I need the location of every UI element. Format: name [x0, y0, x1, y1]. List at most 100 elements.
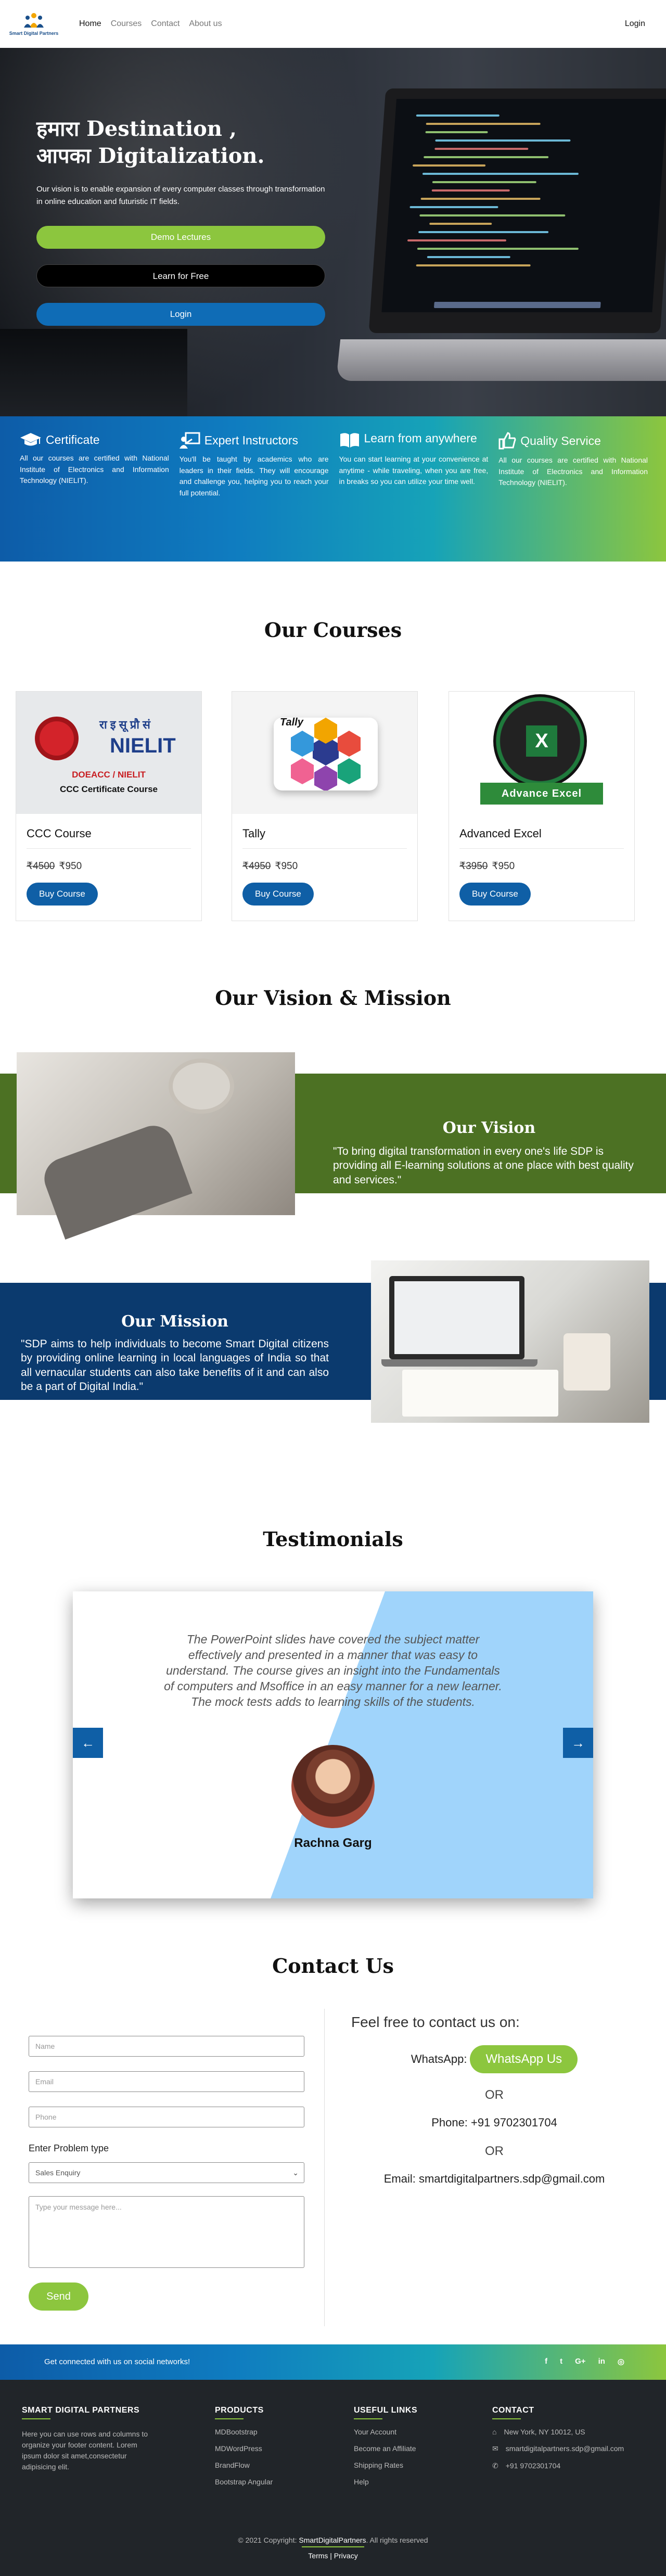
course-name[interactable]: CCC Course — [27, 827, 191, 849]
name-input[interactable]: Name — [29, 2036, 304, 2057]
footer-col-title: PRODUCTS — [215, 2406, 273, 2419]
contact-phone[interactable]: Phone: +91 9702301704 — [323, 2116, 666, 2129]
email-text: smartdigitalpartners.sdp@gmail.com — [505, 2444, 624, 2453]
nav-login-link[interactable]: Login — [625, 19, 645, 29]
instagram-icon[interactable]: ◎ — [618, 2357, 624, 2366]
vision-title: Our Vision — [442, 1119, 536, 1137]
buy-course-button[interactable]: Buy Course — [242, 883, 314, 906]
new-price: ₹950 — [275, 861, 298, 872]
nav-link-courses[interactable]: Courses — [111, 19, 142, 29]
feature-text: All our courses are certified with Natio… — [20, 454, 169, 485]
mission-text-block: Our Mission "SDP aims to help individual… — [21, 1312, 329, 1394]
copyright-prefix: © 2021 Copyright: — [238, 2536, 299, 2544]
features-strip: Certificate All our courses are certifie… — [0, 416, 666, 562]
thumbs-up-icon — [498, 432, 516, 450]
address-text: New York, NY 10012, US — [504, 2428, 585, 2436]
vision-text: "To bring digital transformation in ever… — [333, 1145, 634, 1186]
desk-foreground — [0, 329, 187, 416]
nav-link-contact[interactable]: Contact — [151, 19, 180, 29]
course-card-excel: X Advance Excel Advanced Excel ₹3950 ₹950… — [449, 691, 635, 921]
learn-free-button[interactable]: Learn for Free — [36, 264, 325, 287]
vision-mission-title: Our Vision & Mission — [215, 986, 451, 1010]
laptop-screen — [381, 99, 666, 312]
navbar: Smart Digital Partners Home Courses Cont… — [0, 0, 666, 48]
feature-title: Expert Instructors — [204, 433, 298, 447]
ccc-course-image: रा इ सू प्रौ सं NIELIT DOEACC / NIELIT C… — [16, 692, 201, 814]
google-plus-icon[interactable]: G+ — [575, 2357, 585, 2366]
laptop-keyboard — [336, 339, 666, 381]
footer-col-title: CONTACT — [492, 2406, 624, 2419]
testimonial-name: Rachna Garg — [294, 1836, 372, 1850]
footer-link[interactable]: MDBootstrap — [215, 2428, 273, 2436]
phone-input[interactable]: Phone — [29, 2107, 304, 2127]
nielit-logo-text: NIELIT — [110, 734, 176, 757]
doeacc-seal-icon — [35, 717, 79, 760]
footer-about-text: Here you can use rows and columns to org… — [22, 2430, 148, 2471]
course-price: ₹4950 ₹950 — [242, 860, 407, 872]
ccc-image-caption1: DOEACC / NIELIT — [72, 770, 146, 780]
testimonial-quote: The PowerPoint slides have covered the s… — [164, 1633, 502, 1708]
feature-text: All our courses are certified with Natio… — [498, 456, 648, 487]
whatsapp-button[interactable]: WhatsApp Us — [470, 2045, 578, 2073]
feature-certificate: Certificate All our courses are certifie… — [15, 432, 174, 562]
terms-privacy-links[interactable]: Terms | Privacy — [0, 2552, 666, 2560]
twitter-icon[interactable]: t — [560, 2357, 562, 2366]
copyright-underline — [302, 2546, 364, 2547]
old-price: ₹4950 — [242, 861, 271, 872]
feature-text: You'll be taught by academics who are le… — [179, 455, 329, 498]
footer-link[interactable]: Your Account — [354, 2428, 417, 2436]
copyright-brand-link[interactable]: SmartDigitalPartners — [299, 2536, 366, 2544]
footer-link[interactable]: Become an Affiliate — [354, 2444, 417, 2453]
linkedin-icon[interactable]: in — [598, 2357, 605, 2366]
buy-course-button[interactable]: Buy Course — [27, 883, 98, 906]
facebook-icon[interactable]: f — [545, 2357, 547, 2366]
whatsapp-row: WhatsApp: WhatsApp Us — [323, 2045, 666, 2073]
contact-section-title: Contact Us — [272, 1954, 394, 1978]
feature-text: You can start learning at your convenien… — [339, 455, 489, 486]
mission-title: Our Mission — [121, 1312, 228, 1331]
footer-col-title: SMART DIGITAL PARTNERS — [22, 2406, 157, 2419]
carousel-next-button[interactable]: → — [563, 1728, 593, 1758]
hero-title-line2: आपका Digitalization. — [36, 144, 265, 168]
teacher-board-icon — [179, 432, 200, 449]
brand-logo[interactable]: Smart Digital Partners — [9, 12, 58, 36]
nav-link-about[interactable]: About us — [189, 19, 222, 29]
course-name[interactable]: Advanced Excel — [459, 827, 624, 849]
email-input[interactable]: Email — [29, 2071, 304, 2092]
nielit-hindi-text: रा इ सू प्रौ सं — [99, 718, 150, 731]
footer-link[interactable]: BrandFlow — [215, 2461, 273, 2469]
feature-title: Learn from anywhere — [364, 431, 477, 445]
or-separator: OR — [485, 2144, 504, 2158]
home-icon: ⌂ — [492, 2428, 497, 2436]
testimonial-avatar — [291, 1745, 375, 1828]
or-separator: OR — [485, 2088, 504, 2102]
footer-link[interactable]: Help — [354, 2478, 417, 2486]
message-textarea[interactable]: Type your message here... — [29, 2196, 304, 2268]
footer-email[interactable]: ✉ smartdigitalpartners.sdp@gmail.com — [492, 2444, 624, 2453]
contact-info: Feel free to contact us on: WhatsApp: Wha… — [323, 2014, 666, 2186]
contact-email[interactable]: Email: smartdigitalpartners.sdp@gmail.co… — [323, 2172, 666, 2186]
new-price: ₹950 — [492, 861, 515, 872]
laptop-image — [368, 88, 666, 333]
problem-type-select[interactable]: Sales Enquiry ⌄ — [29, 2162, 304, 2183]
hero-login-button[interactable]: Login — [36, 303, 325, 326]
footer-phone[interactable]: ✆ +91 9702301704 — [492, 2462, 624, 2470]
footer: SMART DIGITAL PARTNERS Here you can use … — [0, 2380, 666, 2576]
feature-instructors: Expert Instructors You'll be taught by a… — [174, 432, 334, 562]
footer-col-products: PRODUCTS MDBootstrap MDWordPress BrandFl… — [215, 2406, 273, 2486]
footer-link[interactable]: Shipping Rates — [354, 2461, 417, 2469]
copyright-suffix: . All rights reserved — [366, 2536, 428, 2544]
hero-title-line1: हमारा Destination , — [36, 117, 237, 141]
contact-info-title: Feel free to contact us on: — [351, 2014, 520, 2030]
demo-lectures-button[interactable]: Demo Lectures — [36, 226, 325, 249]
footer-link[interactable]: MDWordPress — [215, 2444, 273, 2453]
footer-link[interactable]: Bootstrap Angular — [215, 2478, 273, 2486]
feature-anywhere: Learn from anywhere You can start learni… — [334, 431, 494, 562]
problem-type-label: Enter Problem type — [29, 2143, 109, 2153]
send-button[interactable]: Send — [29, 2282, 88, 2311]
nav-link-home[interactable]: Home — [79, 19, 101, 29]
envelope-icon: ✉ — [492, 2444, 498, 2453]
carousel-prev-button[interactable]: ← — [73, 1728, 103, 1758]
course-name[interactable]: Tally — [242, 827, 407, 849]
buy-course-button[interactable]: Buy Course — [459, 883, 531, 906]
